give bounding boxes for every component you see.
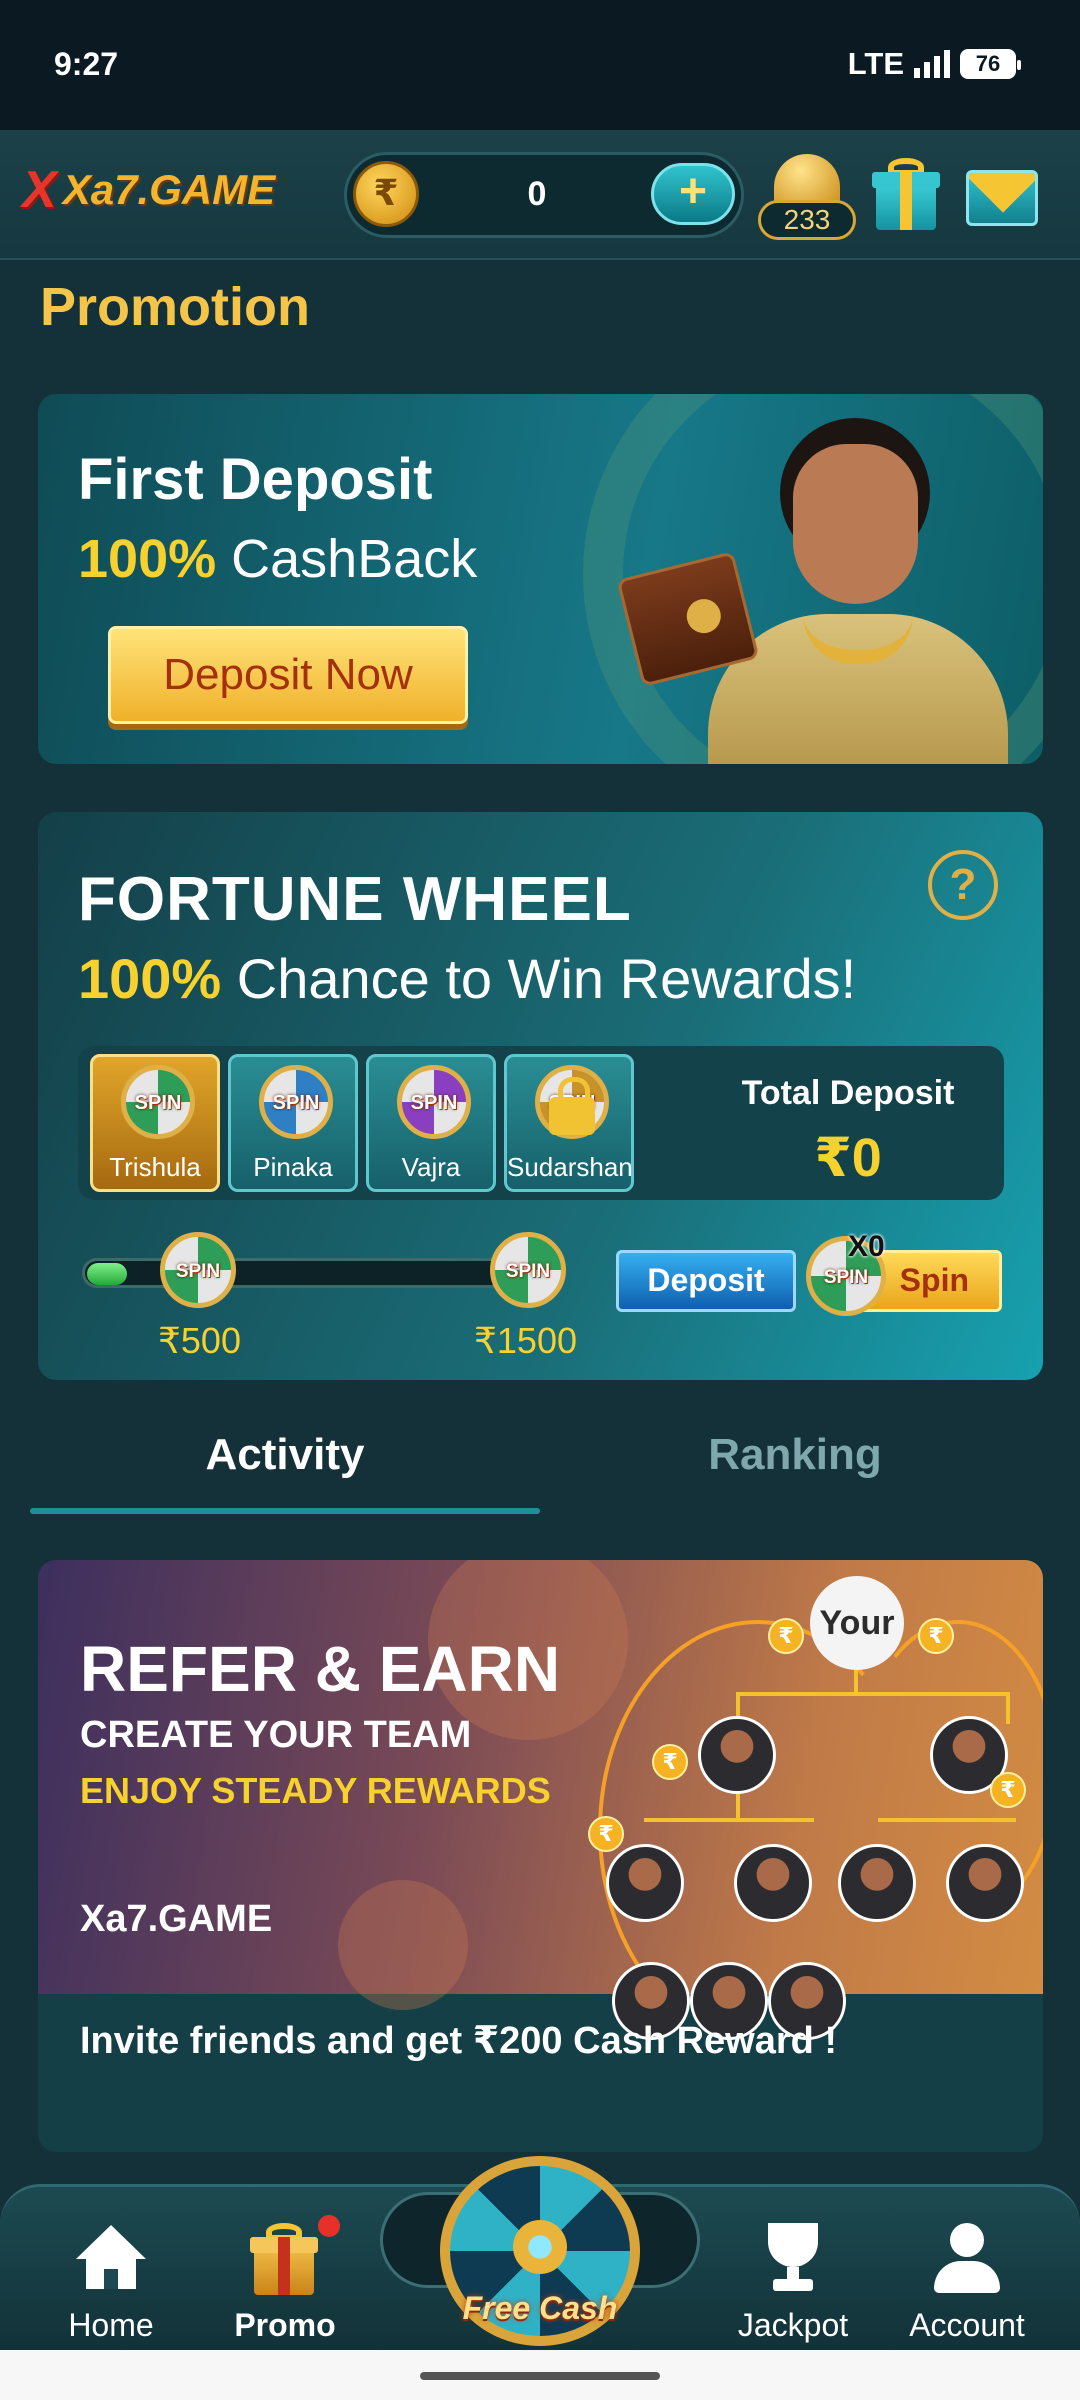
- free-cash-button[interactable]: Free Cash: [380, 2150, 700, 2350]
- tier-vajra[interactable]: SPIN Vajra: [366, 1054, 496, 1192]
- nav-label: Account: [909, 2307, 1025, 2343]
- logo-mark-icon: X: [22, 161, 57, 219]
- rupee-badge-icon: ₹: [918, 1618, 954, 1654]
- rupee-badge-icon: ₹: [990, 1772, 1026, 1808]
- promo-model-illustration: [616, 414, 1018, 764]
- tree-connector: [736, 1794, 740, 1820]
- nav-label: Promo: [234, 2307, 336, 2343]
- tree-connector: [736, 1692, 1008, 1696]
- refer-logo: Xa7.GAME: [80, 1898, 273, 1940]
- tree-connector: [644, 1818, 814, 1822]
- refer-earn-card[interactable]: REFER & EARN CREATE YOUR TEAM ENJOY STEA…: [38, 1560, 1043, 2152]
- milestone-label: ₹500: [158, 1320, 241, 1361]
- refer-line-2: ENJOY STEADY REWARDS: [80, 1770, 551, 1811]
- rupee-badge-icon: ₹: [768, 1618, 804, 1654]
- referral-avatar: [698, 1716, 776, 1794]
- rupee-badge-icon: ₹: [588, 1816, 624, 1852]
- app-logo[interactable]: X Xa7.GAME: [22, 160, 275, 220]
- rupee-coin-icon: ₹: [353, 161, 419, 227]
- battery-icon: 76: [960, 49, 1021, 79]
- tree-root-you: Your: [810, 1576, 904, 1670]
- referral-avatar: [946, 1844, 1024, 1922]
- user-icon: [934, 2223, 1000, 2293]
- tier-label: Trishula: [109, 1152, 201, 1182]
- balance-value: 0: [527, 175, 547, 213]
- referral-avatar: [734, 1844, 812, 1922]
- help-button[interactable]: ?: [928, 850, 998, 920]
- fortune-wheel-card: FORTUNE WHEEL 100% Chance to Win Rewards…: [38, 812, 1043, 1380]
- milestone-label: ₹1500: [474, 1320, 577, 1361]
- trophy-icon: [760, 2223, 826, 2293]
- first-deposit-banner[interactable]: First Deposit 100% CashBack Deposit Now: [38, 394, 1043, 764]
- page-title: Promotion: [40, 277, 310, 337]
- cashback-percent: 100%: [78, 529, 217, 589]
- tier-trishula[interactable]: SPIN Trishula: [90, 1054, 220, 1192]
- tier-label: Sudarshan: [507, 1152, 633, 1182]
- tree-connector: [854, 1670, 858, 1694]
- network-type: LTE: [847, 46, 904, 81]
- progress-fill: [87, 1263, 127, 1285]
- decorative-coin: [338, 1880, 468, 2010]
- lock-icon: [549, 1077, 595, 1135]
- gesture-handle[interactable]: [420, 2372, 660, 2380]
- app-header: X Xa7.GAME ₹ 0 + 233: [0, 130, 1080, 260]
- spin-wheel-icon: SPIN: [259, 1065, 333, 1139]
- tree-connector: [878, 1818, 1016, 1822]
- balance-display: ₹ 0 +: [344, 152, 744, 238]
- referral-avatar: [838, 1844, 916, 1922]
- tab-ranking[interactable]: Ranking: [540, 1430, 1050, 1480]
- signal-icon: [914, 50, 950, 78]
- system-gesture-bar: [0, 2350, 1080, 2400]
- rupee-badge-icon: ₹: [652, 1744, 688, 1780]
- total-deposit-label: Total Deposit: [741, 1074, 955, 1112]
- first-deposit-title: First Deposit: [78, 447, 433, 512]
- tab-activity[interactable]: Activity: [30, 1430, 540, 1480]
- tier-pinaka[interactable]: SPIN Pinaka: [228, 1054, 358, 1192]
- notification-bell-button[interactable]: 233: [758, 148, 856, 244]
- referral-avatar: [606, 1844, 684, 1922]
- refer-banner: REFER & EARN CREATE YOUR TEAM ENJOY STEA…: [38, 1560, 1043, 2040]
- logo-text: Xa7.GAME: [62, 166, 276, 213]
- milestone-spin-icon: SPIN: [160, 1232, 236, 1308]
- total-deposit-value: ₹0: [814, 1128, 882, 1188]
- status-bar: 9:27 LTE 76: [0, 0, 1080, 130]
- fortune-wheel-subtitle: 100% Chance to Win Rewards!: [78, 946, 856, 1011]
- fortune-wheel-title: FORTUNE WHEEL: [78, 865, 632, 934]
- tree-connector: [1006, 1692, 1010, 1724]
- wheel-tier-panel: SPIN Trishula SPIN Pinaka SPIN Vajra SPI…: [78, 1046, 1004, 1200]
- chance-label: Chance to Win Rewards!: [236, 947, 857, 1010]
- refer-title: REFER & EARN: [80, 1633, 561, 1705]
- wheel-deposit-button[interactable]: Deposit: [616, 1250, 796, 1312]
- cashback-label: CashBack: [231, 529, 478, 589]
- refer-line-1: CREATE YOUR TEAM: [80, 1714, 472, 1756]
- status-time: 9:27: [54, 46, 119, 82]
- spin-count: X0: [848, 1230, 885, 1263]
- tier-label: Pinaka: [253, 1152, 333, 1182]
- free-cash-label: Free Cash: [462, 2290, 618, 2326]
- spin-wheel-icon: SPIN: [397, 1065, 471, 1139]
- gift-icon[interactable]: [872, 158, 940, 232]
- first-deposit-subtitle: 100% CashBack: [78, 528, 477, 590]
- nav-label: Home: [68, 2307, 154, 2343]
- add-funds-button[interactable]: +: [651, 163, 735, 225]
- notification-dot: [318, 2215, 340, 2237]
- spin-wheel-icon: SPIN: [121, 1065, 195, 1139]
- refer-caption: Invite friends and get ₹200 Cash Reward …: [80, 2020, 838, 2062]
- deposit-now-button[interactable]: Deposit Now: [108, 626, 468, 724]
- active-tab-indicator: [30, 1508, 540, 1514]
- mail-icon[interactable]: [966, 170, 1038, 226]
- milestone-spin-icon: SPIN: [490, 1232, 566, 1308]
- tier-label: Vajra: [401, 1152, 461, 1182]
- gift-icon: [250, 2223, 320, 2295]
- gem-icon: [513, 2220, 567, 2274]
- bell-count-badge: 233: [758, 200, 856, 240]
- home-icon: [76, 2225, 146, 2289]
- status-indicators: LTE 76: [847, 46, 1021, 82]
- chance-percent: 100%: [78, 947, 222, 1010]
- tier-sudarshan[interactable]: SPIN Sudarshan: [504, 1054, 634, 1192]
- nav-label: Jackpot: [737, 2307, 849, 2343]
